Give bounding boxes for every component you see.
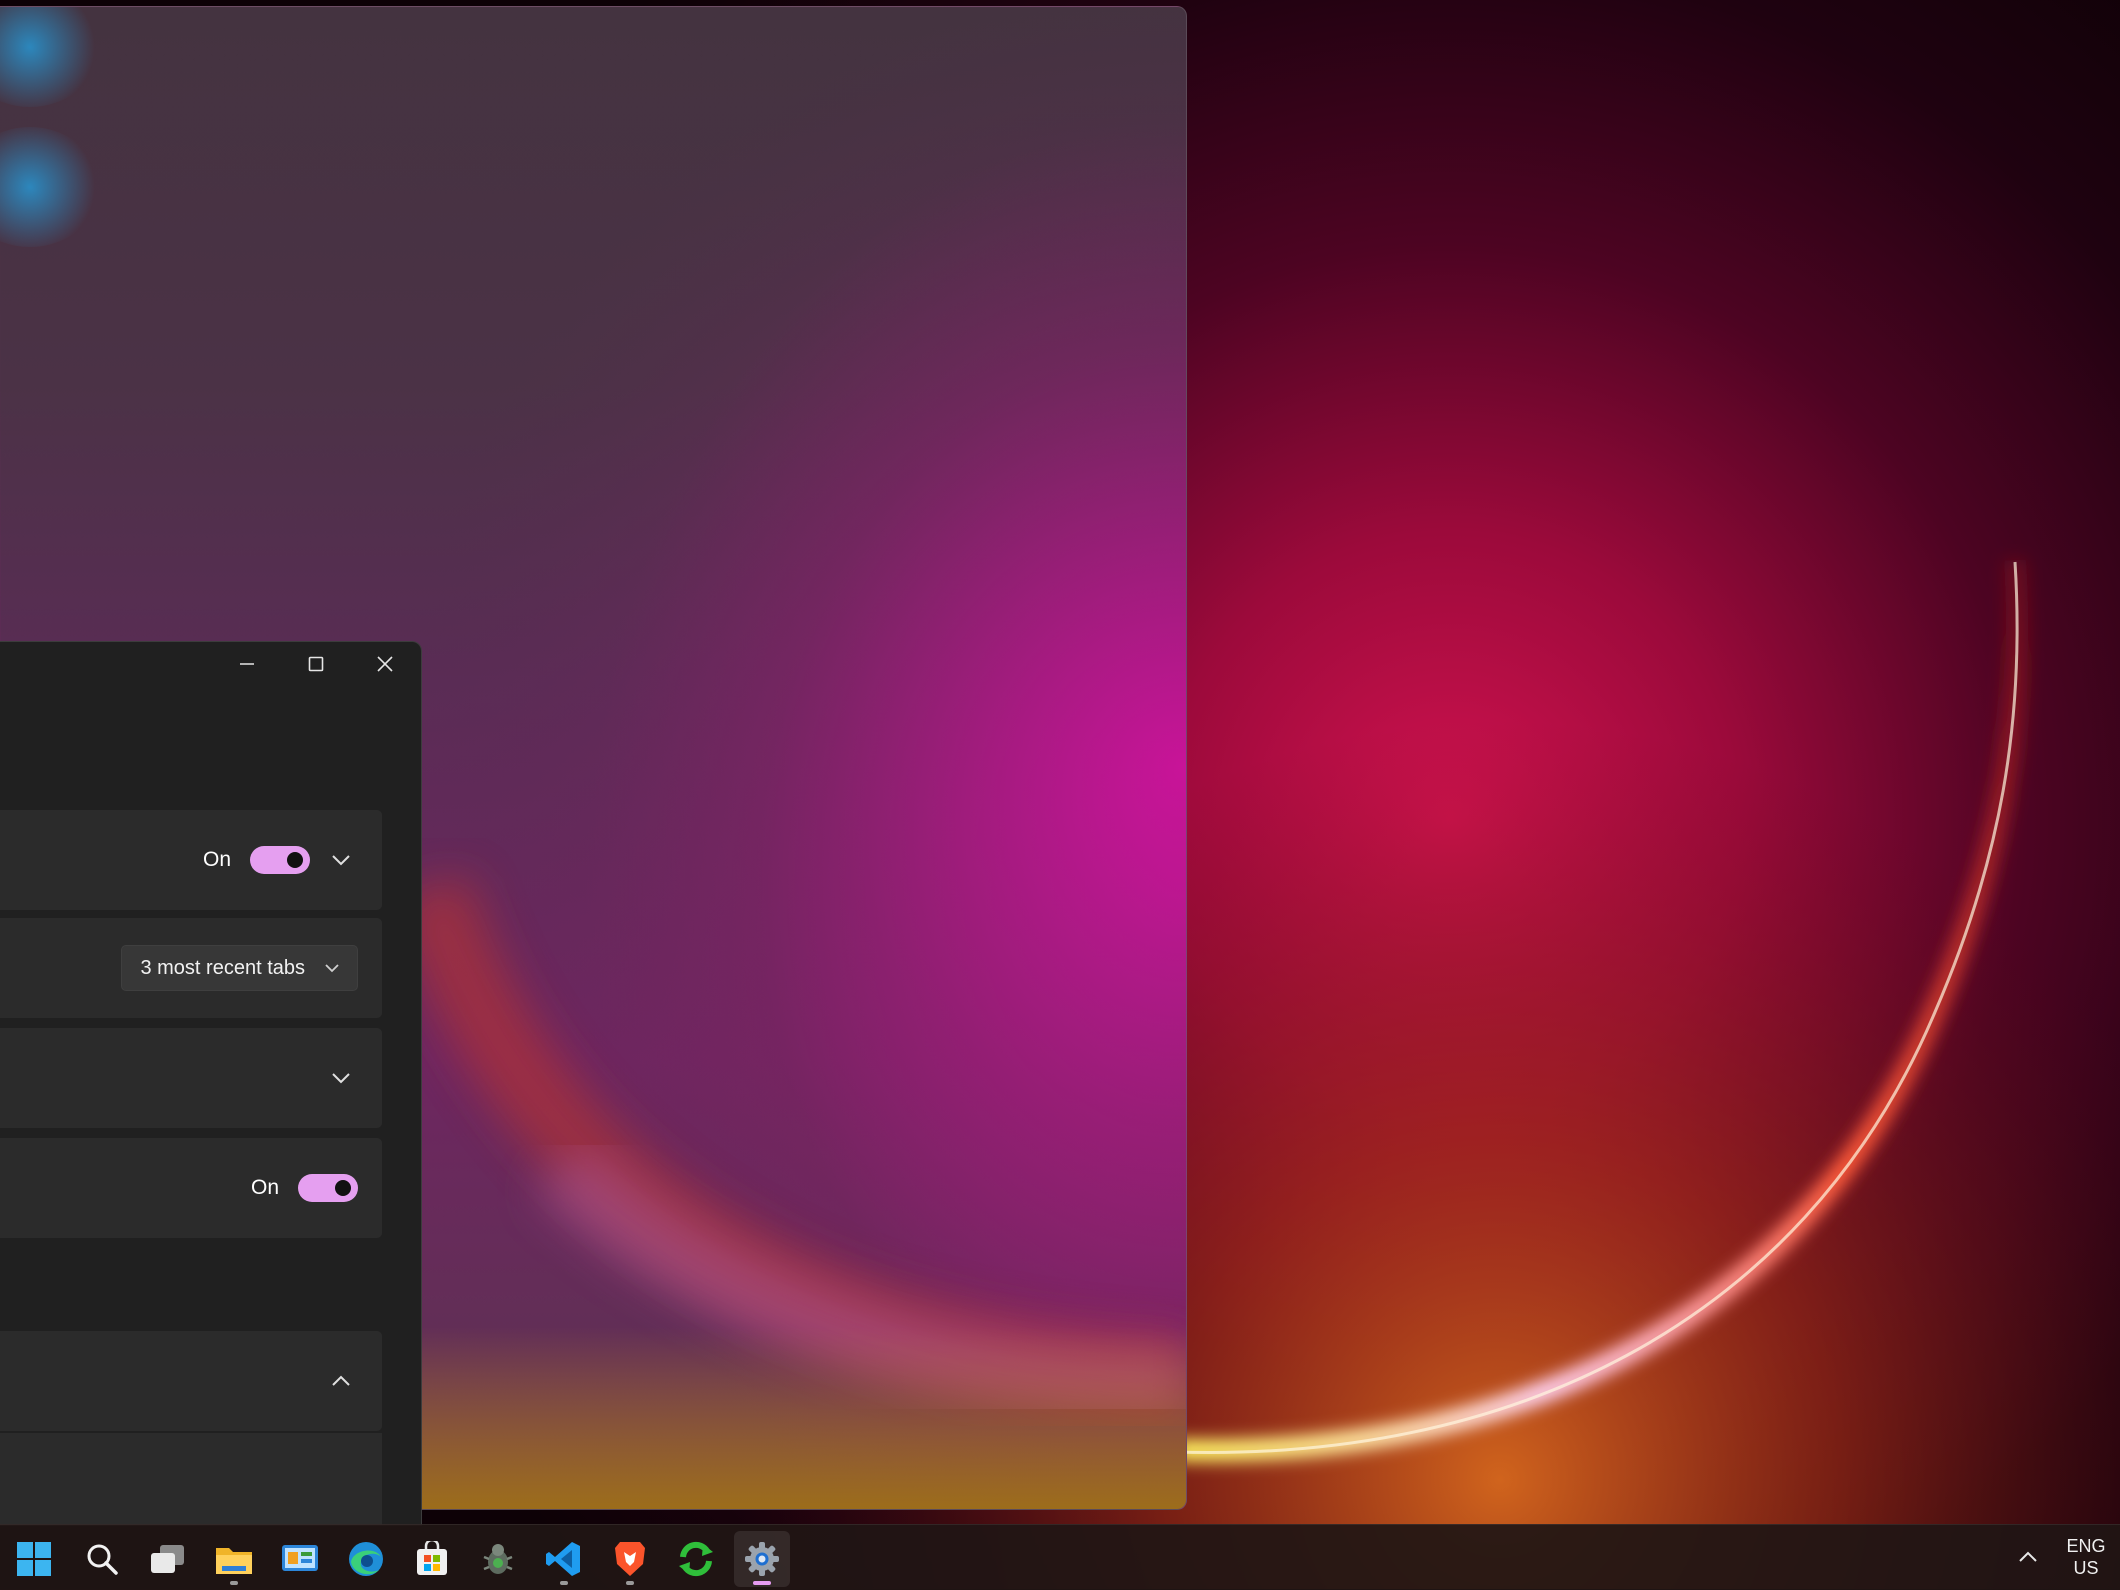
- search-icon: [87, 1544, 118, 1575]
- chevron-down-icon: [332, 855, 350, 866]
- chevron-down-icon: [325, 964, 339, 973]
- folder-icon: [216, 1548, 252, 1574]
- edge-browser-icon: [349, 1542, 383, 1576]
- running-indicator: [560, 1581, 568, 1585]
- language-code: ENG: [2066, 1536, 2106, 1556]
- store-button[interactable]: [404, 1531, 460, 1587]
- settings-card-3[interactable]: [0, 1028, 382, 1128]
- bug-app-button[interactable]: [470, 1531, 526, 1587]
- sync-icon: [679, 1541, 713, 1577]
- settings-card-5-content: [0, 1433, 382, 1525]
- sync-app-button[interactable]: [668, 1531, 724, 1587]
- microsoft-store-icon: [417, 1541, 447, 1575]
- settings-window: On 3 most recent tabs On: [0, 641, 422, 1526]
- chevron-down-icon: [332, 1073, 350, 1084]
- settings-button[interactable]: [734, 1531, 790, 1587]
- toggle-state-label: On: [250, 1176, 279, 1199]
- task-view-icon: [151, 1545, 184, 1573]
- windows-start-icon: [17, 1542, 51, 1576]
- show-hidden-icons-button[interactable]: [2010, 1539, 2046, 1575]
- tabs-dropdown[interactable]: 3 most recent tabs: [121, 945, 358, 991]
- running-indicator: [626, 1581, 634, 1585]
- settings-card-2: 3 most recent tabs: [0, 918, 382, 1018]
- edge-button[interactable]: [338, 1531, 394, 1587]
- brave-button[interactable]: [602, 1531, 658, 1587]
- minimize-icon: [240, 663, 254, 665]
- language-indicator[interactable]: ENG US: [2058, 1535, 2114, 1579]
- settings-card-5-header[interactable]: [0, 1331, 382, 1431]
- taskbar: ENG US: [0, 1524, 2120, 1590]
- expand-button[interactable]: [324, 1061, 358, 1095]
- minimize-button[interactable]: [213, 642, 281, 686]
- bug-icon: [483, 1544, 513, 1574]
- file-explorer-button[interactable]: [206, 1531, 262, 1587]
- task-view-button[interactable]: [140, 1531, 196, 1587]
- control-panel-button[interactable]: [272, 1531, 328, 1587]
- active-indicator: [753, 1581, 771, 1585]
- toggle-switch[interactable]: [250, 846, 310, 874]
- vscode-icon: [546, 1542, 580, 1576]
- control-panel-icon: [282, 1545, 318, 1571]
- chevron-up-icon: [2019, 1551, 2037, 1562]
- close-icon: [377, 656, 393, 672]
- running-indicator: [230, 1581, 238, 1585]
- vscode-button[interactable]: [536, 1531, 592, 1587]
- region-code: US: [2073, 1558, 2099, 1578]
- maximize-button[interactable]: [282, 642, 350, 686]
- chevron-up-icon: [332, 1375, 350, 1386]
- brave-browser-icon: [615, 1542, 645, 1576]
- close-button[interactable]: [351, 642, 419, 686]
- maximize-icon: [308, 656, 324, 672]
- settings-card-1[interactable]: On: [0, 810, 382, 910]
- start-button[interactable]: [6, 1531, 62, 1587]
- dropdown-value: 3 most recent tabs: [140, 956, 305, 979]
- toggle-switch[interactable]: [298, 1174, 358, 1202]
- expand-button[interactable]: [324, 843, 358, 877]
- settings-gear-icon: [745, 1542, 779, 1576]
- collapse-button[interactable]: [324, 1364, 358, 1398]
- toggle-state-label: On: [202, 848, 231, 871]
- search-button[interactable]: [74, 1531, 130, 1587]
- settings-card-4: On: [0, 1138, 382, 1238]
